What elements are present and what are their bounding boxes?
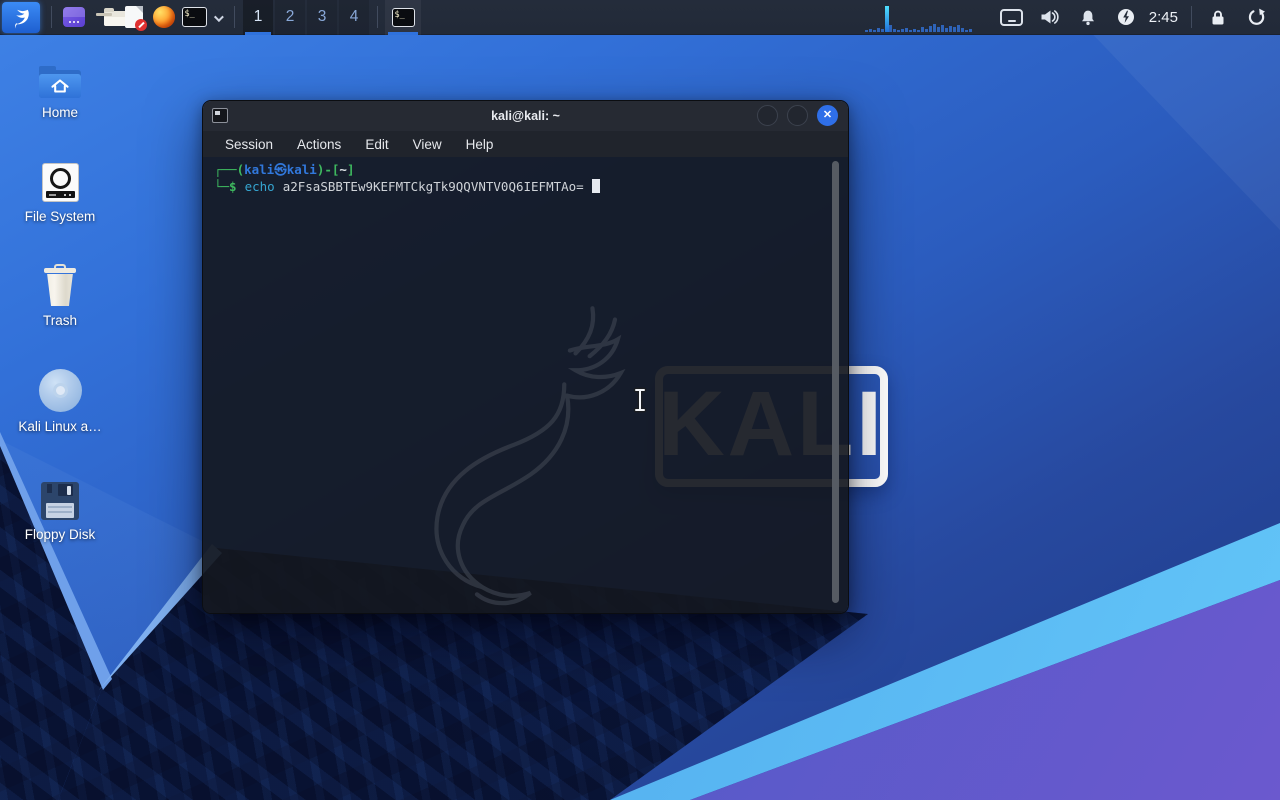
volume-icon [1041,10,1059,24]
logout-button[interactable] [1244,2,1268,32]
command-argument: a2FsaSBBTEw9KEFMTCkgTk9QQVNTV0Q6IEFMTAo= [282,179,584,194]
firefox-icon [153,6,175,28]
logout-icon [1248,8,1265,25]
launcher-file-manager[interactable] [89,1,128,33]
menu-view[interactable]: View [403,134,452,155]
trash-icon [40,264,80,306]
screen-indicator[interactable] [1000,2,1024,32]
prompt-user: kali㉿kali [244,162,317,177]
prompt-frame: └─$ [214,179,237,194]
taskbar-terminal-button[interactable]: $_ [385,0,421,35]
minimize-button[interactable] [757,105,778,126]
desktop-icon-floppy-disk[interactable]: Floppy Disk [10,476,110,542]
workspace-1-button[interactable]: 1 [243,0,273,35]
launcher-firefox[interactable] [149,1,179,33]
desktop-icon-kali-linux[interactable]: Kali Linux a… [10,368,110,434]
ibeam-cursor [633,387,647,413]
cpu-history-graph[interactable] [864,2,977,32]
prompt-path: ~ [339,162,347,177]
volume-indicator[interactable] [1038,2,1062,32]
power-manager-icon [1117,9,1134,25]
menu-actions[interactable]: Actions [287,134,351,155]
prompt-frame: ┌──( [214,162,245,177]
lock-screen-button[interactable] [1206,2,1230,32]
house-glyph-icon [51,79,69,93]
scrollbar[interactable] [832,161,839,603]
window-app-icon [63,7,85,27]
command-text: echo [244,179,275,194]
maximize-button[interactable] [787,105,808,126]
kali-dragon-icon [15,9,29,29]
desktop-icon-label: File System [24,209,96,224]
floppy-icon [41,482,79,520]
terminal-window: kali@kali: ~ ✕ Session Actions Edit View… [202,100,849,614]
bell-icon [1081,10,1094,25]
menu-edit[interactable]: Edit [355,134,398,155]
applications-menu-button[interactable] [2,1,40,33]
terminal-cursor [591,179,600,193]
window-title: kali@kali: ~ [491,109,560,123]
clock[interactable]: 2:45 [1149,9,1178,26]
desktop-icon-label: Kali Linux a… [18,419,102,434]
home-folder-icon [39,64,81,98]
desktop-icon-label: Home [41,105,78,120]
desktop-icon-label: Floppy Disk [24,527,96,542]
desktop-icon-home[interactable]: Home [10,54,110,120]
launcher-window-app[interactable] [59,1,89,33]
workspace-4-button[interactable]: 4 [339,0,369,35]
panel-separator [51,6,52,28]
desktop-icon-file-system[interactable]: File System [10,158,110,224]
terminal-content[interactable]: ┌──(kali㉿kali)-[~] └─$ echo a2FsaSBBTEw9KE… [203,157,848,613]
panel-separator [234,6,235,28]
terminal-icon: $_ [181,7,207,27]
panel-separator [377,6,378,28]
menu-session[interactable]: Session [215,134,283,155]
launcher-terminal[interactable]: $_ [179,1,209,33]
kali-dragon-watermark [434,306,626,606]
desktop-icon-label: Trash [42,313,77,328]
prompt-line-1: ┌──(kali㉿kali)-[~] [214,161,848,178]
document-edit-icon [125,6,147,31]
terminal-menubar: Session Actions Edit View Help [203,131,848,157]
lock-icon [1212,10,1224,24]
prompt-frame: ] [346,162,355,177]
disc-icon [38,369,82,412]
drive-icon [41,163,79,202]
menu-help[interactable]: Help [456,134,504,155]
prompt-frame: )-[ [316,162,340,177]
screen-icon [1000,8,1024,26]
launcher-dropdown-button[interactable] [209,10,225,25]
pencil-badge-icon [135,19,147,31]
workspace-2-button[interactable]: 2 [275,0,305,35]
close-icon: ✕ [822,109,833,121]
terminal-icon: $_ [391,7,415,27]
folder-icon [92,8,128,26]
power-manager-indicator[interactable] [1114,2,1138,32]
terminal-titlebar[interactable]: kali@kali: ~ ✕ [203,101,848,131]
panel-separator [1191,6,1192,28]
close-button[interactable]: ✕ [817,105,838,126]
top-panel: $_ 1 2 3 4 $_ 2:45 [0,0,1280,35]
chevron-down-icon [213,11,224,22]
workspace-3-button[interactable]: 3 [307,0,337,35]
prompt-line-2: └─$ echo a2FsaSBBTEw9KEFMTCkgTk9QQVNTV0Q6I… [214,178,848,195]
notifications-indicator[interactable] [1076,2,1100,32]
desktop-icon-trash[interactable]: Trash [10,262,110,328]
